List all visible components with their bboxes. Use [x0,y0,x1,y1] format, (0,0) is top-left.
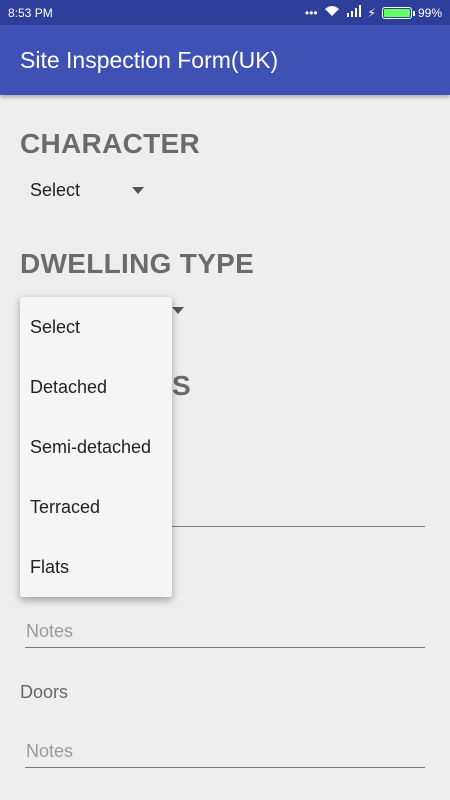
doors-label: Doors [20,682,69,702]
app-title: Site Inspection Form(UK) [20,46,279,73]
charging-icon: ⚡ [367,5,376,20]
obscured-heading-fragment: S [172,370,191,401]
notes-field-2-underline [25,767,425,768]
notes-field-1-underline [25,647,425,648]
dropdown-option-select[interactable]: Select [20,297,172,357]
battery-fill [383,8,410,17]
dropdown-option-terraced[interactable]: Terraced [20,477,172,537]
status-bar: 8:53 PM ••• ⚡ 99% [0,0,450,25]
dropdown-option-flats[interactable]: Flats [20,537,172,597]
signal-icon [346,5,362,20]
wifi-icon [324,5,340,20]
character-heading: CHARACTER [20,128,201,159]
dropdown-option-detached[interactable]: Detached [20,357,172,417]
status-time: 8:53 PM [8,5,53,20]
character-spinner-value: Select [30,180,81,200]
character-spinner[interactable]: Select [30,180,145,201]
notes-field-1[interactable]: Notes [26,621,73,642]
dwelling-type-dropdown: Select Detached Semi-detached Terraced F… [20,297,172,597]
battery-icon [381,6,415,19]
battery-percent: 99% [417,5,442,20]
dwelling-type-heading: DWELLING TYPE [20,248,255,279]
status-icons: ••• ⚡ 99% [305,5,442,20]
dwelling-type-spinner-caret[interactable] [172,307,184,314]
dropdown-option-semi-detached[interactable]: Semi-detached [20,417,172,477]
chevron-down-icon [132,187,145,194]
notes-field-2[interactable]: Notes [26,741,73,762]
app-bar: Site Inspection Form(UK) [0,25,450,95]
more-icon: ••• [304,5,318,20]
